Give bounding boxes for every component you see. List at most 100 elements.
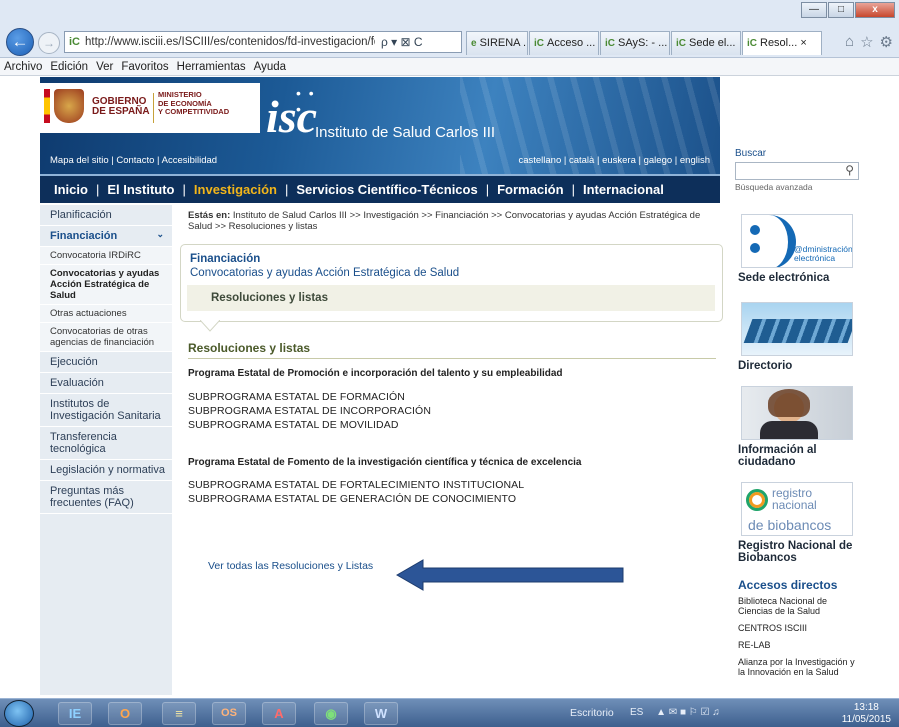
accesos-directos: Accesos directos Biblioteca Nacional de …	[738, 578, 856, 684]
address-bar[interactable]: iC http://www.isciii.es/ISCIII/es/conten…	[64, 31, 462, 53]
settings-gear-icon[interactable]: ⚙	[880, 33, 893, 51]
nav-el-instituto[interactable]: El Instituto	[107, 182, 174, 197]
url-text[interactable]: http://www.isciii.es/ISCIII/es/contenido…	[85, 36, 375, 48]
sidebar-item-legislacion[interactable]: Legislación y normativa	[40, 460, 172, 481]
tab-acceso[interactable]: iC Acceso ...	[529, 31, 599, 55]
subprogram-link[interactable]: SUBPROGRAMA ESTATAL DE MOVILIDAD	[188, 419, 399, 431]
info-ciudadano-image[interactable]	[741, 386, 853, 440]
nav-separator: |	[571, 182, 575, 197]
address-controls[interactable]: ρ ▾ ⊠ C	[381, 35, 423, 49]
acceso-link[interactable]: RE-LAB	[738, 640, 856, 650]
admin-electronica-logo[interactable]: @dministración electrónica	[741, 214, 853, 268]
info-ciudadano-block[interactable]: Información al ciudadano	[738, 386, 856, 468]
sidebar-item-financiacion[interactable]: Financiación ⌄	[40, 226, 172, 247]
biobancos-circle-icon	[746, 489, 768, 511]
sidebar-item-faq[interactable]: Preguntas más frecuentes (FAQ)	[40, 481, 172, 514]
tab-sirena[interactable]: e SIRENA ...	[466, 31, 528, 55]
main-nav: Inicio | El Instituto | Investigación | …	[40, 174, 720, 203]
start-button[interactable]	[4, 700, 34, 727]
tab-label: Acceso ...	[547, 37, 596, 49]
forward-button[interactable]: →	[38, 32, 60, 54]
minimize-button[interactable]: —	[801, 2, 827, 18]
tab-strip: e SIRENA ... iC Acceso ... iC SAyS: - ... i…	[466, 31, 823, 55]
info-ciudadano-label[interactable]: Información al ciudadano	[738, 444, 856, 468]
menu-ver[interactable]: Ver	[96, 61, 113, 73]
maximize-button[interactable]: □	[828, 2, 854, 18]
tab-sede[interactable]: iC Sede el...	[671, 31, 741, 55]
browser-chrome: — □ x ← → iC http://www.isciii.es/ISCIII…	[0, 0, 899, 58]
isc-logo-text: isc	[266, 91, 318, 142]
sidebar-item-transferencia[interactable]: Transferencia tecnológica	[40, 427, 172, 460]
nav-formacion[interactable]: Formación	[497, 182, 563, 197]
sidebar-sub-irdirc[interactable]: Convocatoria IRDiRC	[40, 247, 172, 265]
tab-says[interactable]: iC SAyS: - ...	[600, 31, 670, 55]
outlook-taskbar-icon[interactable]: O	[108, 702, 142, 725]
favorites-star-icon[interactable]: ☆	[860, 33, 873, 51]
acceso-link[interactable]: Biblioteca Nacional de Ciencias de la Sa…	[738, 596, 856, 616]
acceso-link[interactable]: CENTROS ISCIII	[738, 623, 856, 633]
nav-internacional[interactable]: Internacional	[583, 182, 664, 197]
advanced-search-link[interactable]: Búsqueda avanzada	[735, 182, 859, 192]
site-favicon-icon: iC	[676, 38, 686, 49]
directorio-block[interactable]: Directorio	[738, 302, 856, 372]
sede-electronica-block[interactable]: @dministración electrónica Sede electrón…	[738, 214, 856, 284]
chrome-taskbar-icon[interactable]: ◉	[314, 702, 348, 725]
tab-resoluciones[interactable]: iC Resol... ×	[742, 31, 822, 55]
tab-label: SAyS: - ...	[618, 37, 668, 49]
sidebar-item-institutos[interactable]: Institutos de Investigación Sanitaria	[40, 394, 172, 427]
word-taskbar-icon[interactable]: W	[364, 702, 398, 725]
search-icon[interactable]: ⚲	[845, 163, 854, 177]
biobancos-block[interactable]: registro nacional de biobancos Registro N…	[738, 482, 856, 564]
subprogram-link[interactable]: SUBPROGRAMA ESTATAL DE FORTALECIMIENTO I…	[188, 479, 524, 491]
sidebar-sub-otras-actuaciones[interactable]: Otras actuaciones	[40, 305, 172, 323]
infobox-subtitle[interactable]: Convocatorias y ayudas Acción Estratégic…	[190, 267, 459, 279]
breadcrumb-prefix: Estás en:	[188, 210, 231, 221]
sidebar-item-ejecucion[interactable]: Ejecución	[40, 352, 172, 373]
menu-archivo[interactable]: Archivo	[4, 61, 42, 73]
subprogram-link[interactable]: SUBPROGRAMA ESTATAL DE GENERACIÓN DE CON…	[188, 493, 516, 505]
desktop-toolbar[interactable]: Escritorio	[570, 707, 614, 719]
biobancos-label[interactable]: Registro Nacional de Biobancos	[738, 540, 856, 564]
office-taskbar-icon[interactable]: OS	[212, 702, 246, 725]
back-button[interactable]: ←	[6, 28, 34, 56]
sidebar-item-planificacion[interactable]: Planificación	[40, 205, 172, 226]
keyboard-image-icon	[743, 319, 852, 343]
nav-separator: |	[95, 182, 100, 197]
subprogram-link[interactable]: SUBPROGRAMA ESTATAL DE INCORPORACIÓN	[188, 405, 431, 417]
sidebar-sub-otras-agencias[interactable]: Convocatorias de otras agencias de finan…	[40, 323, 172, 352]
ie-taskbar-icon[interactable]: IE	[58, 702, 92, 725]
sidebar-item-evaluacion[interactable]: Evaluación	[40, 373, 172, 394]
close-button[interactable]: x	[855, 2, 895, 18]
menu-favoritos[interactable]: Favoritos	[121, 61, 168, 73]
acceso-link[interactable]: Alianza por la Investigación y la Innova…	[738, 657, 856, 677]
menu-herramientas[interactable]: Herramientas	[177, 61, 246, 73]
directorio-label[interactable]: Directorio	[738, 360, 856, 372]
see-all-link[interactable]: Ver todas las Resoluciones y Listas	[208, 560, 373, 572]
nav-investigacion[interactable]: Investigación	[194, 182, 277, 197]
utility-links[interactable]: Mapa del sitio | Contacto | Accesibilida…	[50, 155, 217, 166]
infobox-title[interactable]: Financiación	[190, 253, 260, 265]
directorio-image[interactable]	[741, 302, 853, 356]
gobierno-logo[interactable]: GOBIERNO DE ESPAÑA MINISTERIO DE ECONOMÍA Y…	[40, 83, 260, 133]
search-input[interactable]: ⚲	[735, 162, 859, 180]
subprogram-link[interactable]: SUBPROGRAMA ESTATAL DE FORMACIÓN	[188, 391, 405, 403]
home-icon[interactable]: ⌂	[845, 33, 854, 51]
biobancos-logo[interactable]: registro nacional de biobancos	[741, 482, 853, 536]
tray-icons[interactable]: ▲ ✉ ■ ⚐ ☑ ♫	[656, 707, 720, 718]
institute-name: Instituto de Salud Carlos III	[315, 124, 496, 141]
nav-servicios[interactable]: Servicios Científico-Técnicos	[296, 182, 477, 197]
tab-close-icon[interactable]: ×	[800, 37, 806, 49]
menu-ayuda[interactable]: Ayuda	[254, 61, 286, 73]
page-heading: Resoluciones y listas	[188, 341, 716, 359]
nav-inicio[interactable]: Inicio	[54, 182, 88, 197]
explorer-taskbar-icon[interactable]: ≡	[162, 702, 196, 725]
program-title: Programa Estatal de Fomento de la invest…	[188, 457, 582, 468]
pdf-taskbar-icon[interactable]: A	[262, 702, 296, 725]
breadcrumb-path[interactable]: Instituto de Salud Carlos III >> Investi…	[188, 210, 700, 232]
sede-electronica-label[interactable]: Sede electrónica	[738, 272, 856, 284]
clock[interactable]: 13:18 11/05/2015	[842, 702, 891, 726]
language-indicator[interactable]: ES	[630, 707, 643, 718]
language-links[interactable]: castellano | català | euskera | galego |…	[518, 155, 710, 166]
sidebar-sub-convocatorias-aes[interactable]: Convocatorias y ayudas Acción Estratégic…	[40, 265, 172, 305]
menu-edicion[interactable]: Edición	[50, 61, 88, 73]
